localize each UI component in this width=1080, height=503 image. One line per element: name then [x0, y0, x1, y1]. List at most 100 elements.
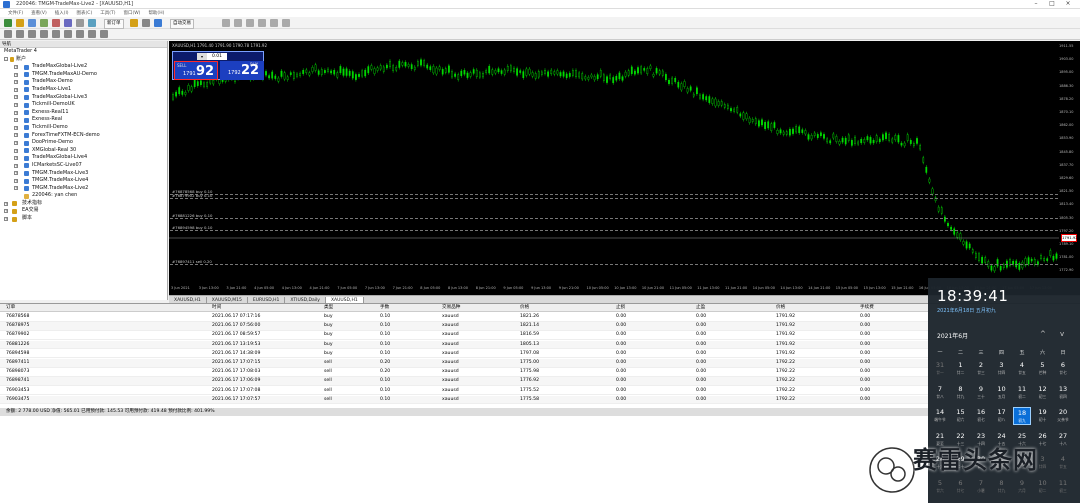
order-line[interactable]: [170, 230, 1058, 231]
auto-trading-button[interactable]: 自动交易: [170, 19, 194, 29]
calendar-day[interactable]: 4 廿五: [1054, 454, 1072, 472]
account-item[interactable]: + TradeMaxGlobal-Live2: [0, 63, 167, 71]
account-item[interactable]: + TickmilI-DemoUK: [0, 101, 167, 109]
account-item[interactable]: + TMGM.TradeMax-Live3: [0, 170, 167, 178]
calendar-day[interactable]: 1 廿二: [952, 360, 970, 378]
account-item[interactable]: + TradeMax-Demo: [0, 78, 167, 86]
horizontal-line-icon[interactable]: [40, 30, 48, 38]
expand-icon[interactable]: +: [14, 163, 18, 168]
lot-size-input[interactable]: 0.01: [207, 53, 227, 60]
table-row[interactable]: 76878975 2021.06.17 07:56:00 buy 0.10 xauusd…: [0, 322, 928, 331]
table-row[interactable]: 76898073 2021.06.17 17:08:03 sell 0.20 xauus…: [0, 368, 928, 377]
table-row[interactable]: 76894598 2021.06.17 14:38:09 buy 0.10 xauusd…: [0, 349, 928, 359]
column-header[interactable]: 手续费: [860, 304, 874, 312]
table-row[interactable]: 76879902 2021.06.17 08:59:57 buy 0.10 xauusd…: [0, 331, 928, 341]
expand-icon[interactable]: +: [14, 118, 18, 123]
account-item[interactable]: + TMGM.TradeMax-Live2: [0, 185, 167, 193]
buy-button[interactable]: BUY 1792 22: [220, 61, 264, 80]
table-row[interactable]: 76898741 2021.06.17 17:06:09 sell 0.10 xauus…: [0, 377, 928, 387]
calendar-day[interactable]: 8 廿九: [993, 478, 1011, 496]
price-chart[interactable]: [169, 41, 1080, 295]
calendar-day[interactable]: 6 廿七: [1054, 360, 1072, 378]
expand-icon[interactable]: +: [4, 201, 8, 206]
fibonacci-icon[interactable]: [76, 30, 84, 38]
tester-icon[interactable]: [76, 19, 84, 27]
table-row[interactable]: 76897411 2021.06.17 17:07:15 sell 0.20 xauus…: [0, 359, 928, 368]
trendline-icon[interactable]: [52, 30, 60, 38]
calendar-day[interactable]: 5 廿六: [931, 478, 949, 496]
calendar-day[interactable]: 4 廿五: [1013, 360, 1031, 378]
expand-icon[interactable]: +: [14, 140, 18, 145]
expand-icon[interactable]: +: [14, 133, 18, 138]
table-row[interactable]: 76881226 2021.06.17 13:19:53 buy 0.10 xauusd…: [0, 340, 928, 350]
account-item[interactable]: + TradeMaxGlobal-Live4: [0, 154, 167, 162]
calendar-day[interactable]: 20 父亲节: [1054, 407, 1072, 425]
account-item[interactable]: + TradeMaxGlobal-Live3: [0, 94, 167, 102]
navigator-root[interactable]: MetaTrader 4: [0, 48, 167, 56]
new-order-button[interactable]: 新订单: [104, 19, 124, 29]
chart-bars-icon[interactable]: [234, 19, 242, 27]
calendar-day[interactable]: 5 芒种: [1034, 360, 1052, 378]
column-header[interactable]: 订单: [6, 304, 15, 312]
calendar-day[interactable]: 31 廿一: [931, 360, 949, 378]
label-icon[interactable]: [100, 30, 108, 38]
navigator-section[interactable]: + EA交易: [0, 207, 167, 215]
calendar-day[interactable]: 2 廿三: [972, 360, 990, 378]
calendar-day[interactable]: 9 三十: [972, 384, 990, 402]
order-line[interactable]: [170, 218, 1058, 219]
chevron-down-icon[interactable]: v: [1060, 330, 1064, 338]
market-watch-icon[interactable]: [28, 19, 36, 27]
order-line[interactable]: [170, 194, 1058, 195]
calendar-day[interactable]: 9 六月: [1013, 478, 1031, 496]
table-row[interactable]: 76903475 2021.06.17 17:07:57 sell 0.10 xauus…: [0, 395, 928, 405]
text-icon[interactable]: [88, 30, 96, 38]
vertical-line-icon[interactable]: [28, 30, 36, 38]
calendar-day[interactable]: 16 初七: [972, 407, 990, 425]
calendar-day-today[interactable]: 18 初九: [1013, 407, 1031, 426]
expand-icon[interactable]: +: [14, 95, 18, 100]
chevron-up-icon[interactable]: ^: [1040, 330, 1046, 338]
expand-icon[interactable]: +: [4, 209, 8, 214]
expand-icon[interactable]: +: [4, 216, 8, 221]
column-header[interactable]: 手数: [380, 304, 389, 312]
calendar-day[interactable]: 10 初二: [1034, 478, 1052, 496]
account-item[interactable]: + TickmilI-Demo: [0, 124, 167, 132]
collapse-icon[interactable]: -: [4, 57, 8, 62]
account-item[interactable]: + TMGM.TradeMax-Live4: [0, 177, 167, 185]
expand-icon[interactable]: +: [14, 64, 18, 69]
calendar-day[interactable]: 7 廿八: [931, 384, 949, 402]
column-header[interactable]: 止损: [616, 304, 625, 312]
chart-line-icon[interactable]: [258, 19, 266, 27]
account-item[interactable]: + DooPrime-Demo: [0, 139, 167, 147]
column-header[interactable]: 价格: [520, 304, 529, 312]
clock-date[interactable]: 2021年6月18日 五月初九: [937, 307, 996, 314]
calendar-month[interactable]: 2021年6月: [937, 331, 968, 340]
expand-icon[interactable]: +: [14, 110, 18, 115]
calendar-day[interactable]: 15 初六: [952, 407, 970, 425]
sell-button[interactable]: SELL 1791 92: [174, 61, 218, 80]
new-chart-icon[interactable]: [4, 19, 12, 27]
account-item[interactable]: + Exness-Real11: [0, 109, 167, 117]
minimize-icon[interactable]: –: [1030, 0, 1042, 7]
calendar-day[interactable]: 6 廿七: [952, 478, 970, 496]
zoom-in-icon[interactable]: [270, 19, 278, 27]
lot-dropdown-icon[interactable]: ▾: [197, 53, 207, 60]
navigator-accounts-folder[interactable]: - 账户: [0, 56, 167, 64]
calendar-day[interactable]: 8 廿九: [952, 384, 970, 402]
expand-icon[interactable]: +: [14, 125, 18, 130]
navigator-icon[interactable]: [52, 19, 60, 27]
chart-candles-icon[interactable]: [246, 19, 254, 27]
terminal-icon[interactable]: [64, 19, 72, 27]
calendar-day[interactable]: 19 初十: [1034, 407, 1052, 425]
close-icon[interactable]: ×: [1062, 0, 1074, 7]
calendar-day[interactable]: 11 初二: [1013, 384, 1031, 402]
calendar-day[interactable]: 14 端午节: [931, 407, 949, 425]
calendar-day[interactable]: 7 小暑: [972, 478, 990, 496]
calendar-day[interactable]: 10 五月: [993, 384, 1011, 402]
account-item[interactable]: + XMGlobal-Real 30: [0, 147, 167, 155]
account-user-item[interactable]: 220046: yan chen: [0, 192, 167, 200]
expand-icon[interactable]: +: [14, 87, 18, 92]
expand-icon[interactable]: +: [14, 178, 18, 183]
column-header[interactable]: 类型: [324, 304, 333, 312]
channel-icon[interactable]: [64, 30, 72, 38]
